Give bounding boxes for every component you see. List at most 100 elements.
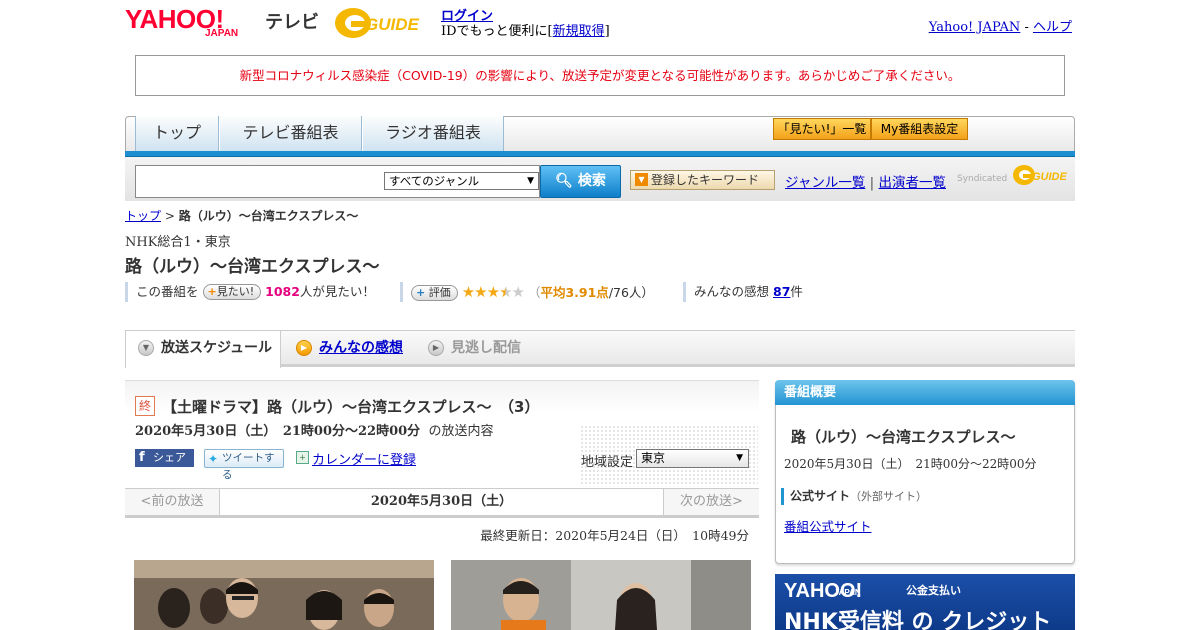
official-site-label: 公式サイト xyxy=(790,489,851,503)
gguide-logo-text: GUIDE xyxy=(365,15,420,34)
review-suffix: 件 xyxy=(790,284,803,299)
rating-average: 平均3.91点 xyxy=(540,285,609,300)
genre-list-link[interactable]: ジャンル一覧 xyxy=(785,175,865,191)
chevron-down-icon: ▼ xyxy=(527,176,534,186)
tweet-button[interactable]: ✦ ツイートする xyxy=(204,449,284,481)
syndicated-gguide-logo: Syndicated GUIDE xyxy=(957,164,1069,188)
rating-avg-open: （ xyxy=(527,285,541,300)
rating-count: /76人） xyxy=(608,285,654,300)
episode-photo-2 xyxy=(451,560,751,630)
want-button[interactable]: +見たい! xyxy=(202,284,262,300)
tab-missed: ▶ 見逃し配信 xyxy=(416,331,541,367)
ad-yahoo-logo: YAHOO!JAPAN xyxy=(784,580,889,603)
nav-tab-top[interactable]: トップ xyxy=(135,116,219,151)
star-icon: ★ xyxy=(461,283,475,301)
calendar-register-link[interactable]: カレンダーに登録 xyxy=(312,449,416,468)
breadcrumb-sep: > xyxy=(161,209,179,223)
want-list-button[interactable]: 「見たい!」一覧 xyxy=(773,118,871,140)
top-links: Yahoo! JAPAN - ヘルプ xyxy=(929,16,1072,35)
breadcrumb-current: 路（ルウ）～台湾エクスプレス～ xyxy=(178,209,359,223)
tab-reviews[interactable]: ▶ みんなの感想 xyxy=(284,331,419,367)
breadcrumb-top-link[interactable]: トップ xyxy=(125,209,161,223)
search-button[interactable]: 🔍︎ 検索 xyxy=(540,165,621,198)
region-label: 地域設定 xyxy=(581,455,634,470)
want-stat: この番組を +見たい! 1082人が見たい！ xyxy=(125,282,375,302)
episode-datetime-suffix: の放送内容 xyxy=(428,424,494,439)
covid-notice: 新型コロナウィルス感染症（COVID-19）の影響により、放送予定が変更となる可… xyxy=(135,55,1065,96)
genre-select-value: すべてのジャンル xyxy=(389,174,480,188)
want-suffix: 人が見たい！ xyxy=(299,284,375,299)
rate-button[interactable]: + 評価 xyxy=(411,285,458,301)
genre-links-divider: | xyxy=(869,175,875,191)
star-icon: ★ xyxy=(499,283,512,301)
nav-tab-radio-schedule[interactable]: ラジオ番組表 xyxy=(362,116,504,151)
prev-broadcast-button: <前の放送 xyxy=(125,489,220,515)
program-summary-heading: 番組概要 xyxy=(775,380,1075,405)
chevron-down-icon: ▼ xyxy=(736,453,743,463)
episode-datetime-value: 2020年5月30日（土） 21時00分～22時00分 xyxy=(135,424,421,439)
page-title: 路（ルウ）～台湾エクスプレス～ xyxy=(125,257,380,277)
review-stat: みんなの感想 87件 xyxy=(683,282,803,302)
yahoo-logo-japan: JAPAN xyxy=(205,28,239,39)
cast-list-link[interactable]: 出演者一覧 xyxy=(878,175,946,191)
tab-schedule-label: 放送スケジュール xyxy=(161,340,273,356)
plus-icon: + xyxy=(207,285,217,298)
my-schedule-button[interactable]: My番組表設定 xyxy=(871,118,968,140)
help-link[interactable]: ヘルプ xyxy=(1033,20,1072,35)
ad-headline: NHK受信料 の クレジット xyxy=(784,610,1052,630)
facebook-icon: f xyxy=(139,450,145,465)
play-arrow-icon: ▶ xyxy=(296,340,312,356)
nav-tab-tv-schedule[interactable]: テレビ番組表 xyxy=(219,116,362,151)
service-name[interactable]: テレビ xyxy=(265,8,319,34)
tab-reviews-label: みんなの感想 xyxy=(319,340,403,356)
summary-title: 路（ルウ）～台湾エクスプレス～ xyxy=(791,428,1016,446)
current-broadcast-date: 2020年5月30日（土） xyxy=(370,494,513,509)
yahoo-japan-link[interactable]: Yahoo! JAPAN xyxy=(929,20,1021,35)
want-prefix: この番組を xyxy=(136,284,199,299)
breadcrumb: トップ > 路（ルウ）～台湾エクスプレス～ xyxy=(125,207,358,224)
registered-keyword-button[interactable]: ▼ 登録したキーワード xyxy=(630,170,775,190)
search-icon: 🔍︎ xyxy=(555,173,573,189)
channel-name: NHK総合1・東京 xyxy=(125,235,231,250)
genre-links: ジャンル一覧 | 出演者一覧 xyxy=(785,171,946,191)
login-prompt-close: ] xyxy=(604,24,610,39)
episode-datetime: 2020年5月30日（土） 21時00分～22時00分 の放送内容 xyxy=(135,420,493,439)
gguide-logo: GUIDE xyxy=(333,6,433,40)
episode-title: 【土曜ドラマ】路（ルウ）～台湾エクスプレス～ （3） xyxy=(162,398,540,416)
rating-stars: ★★★★★ xyxy=(461,283,525,301)
region-select[interactable]: 東京 ▼ xyxy=(636,449,749,468)
chevron-down-icon: ▼ xyxy=(138,340,154,356)
program-summary-box xyxy=(775,380,1075,564)
calendar-icon: + xyxy=(296,451,309,464)
syndicated-label: Syndicated xyxy=(957,174,1008,184)
facebook-share-label: シェア xyxy=(153,451,186,464)
ad-subtitle: 公金支払い xyxy=(906,584,961,597)
want-count: 1082 xyxy=(265,284,300,299)
last-updated: 最終更新日：2020年5月24日（日） 10時49分 xyxy=(480,528,749,543)
official-site-note: （外部サイト） xyxy=(850,490,928,503)
facebook-share-button[interactable]: f シェア xyxy=(135,449,194,467)
episode-photo-1 xyxy=(134,560,434,630)
syndicated-gguide-text: GUIDE xyxy=(1032,171,1068,183)
rating-stat: + 評価 ★★★★★ （平均3.91点/76人） xyxy=(400,282,654,302)
genre-select[interactable]: すべてのジャンル ▼ xyxy=(384,172,539,190)
star-icon: ★ xyxy=(474,283,487,301)
final-episode-badge: 終 xyxy=(135,396,155,416)
login-prompt-text: IDでもっと便利に[ xyxy=(441,24,553,39)
registered-keyword-label: 登録したキーワード xyxy=(651,173,760,187)
twitter-icon: ✦ xyxy=(208,452,219,466)
star-icon: ★ xyxy=(511,283,525,301)
review-prefix: みんなの感想 xyxy=(694,284,770,299)
play-arrow-icon: ▶ xyxy=(428,340,444,356)
signup-link[interactable]: 新規取得 xyxy=(553,24,605,39)
summary-time: 2020年5月30日（土） 21時00分～22時00分 xyxy=(784,457,1037,471)
region-select-value: 東京 xyxy=(641,451,666,465)
tab-schedule[interactable]: ▼ 放送スケジュール xyxy=(125,331,281,368)
search-button-label: 検索 xyxy=(577,173,606,189)
want-button-label: 見たい! xyxy=(216,285,255,298)
top-links-sep: - xyxy=(1020,20,1033,35)
rate-button-label: 評価 xyxy=(428,286,451,299)
plus-icon: + xyxy=(416,286,426,299)
official-site-link[interactable]: 番組公式サイト xyxy=(784,516,872,535)
review-count-link[interactable]: 87 xyxy=(773,284,790,299)
